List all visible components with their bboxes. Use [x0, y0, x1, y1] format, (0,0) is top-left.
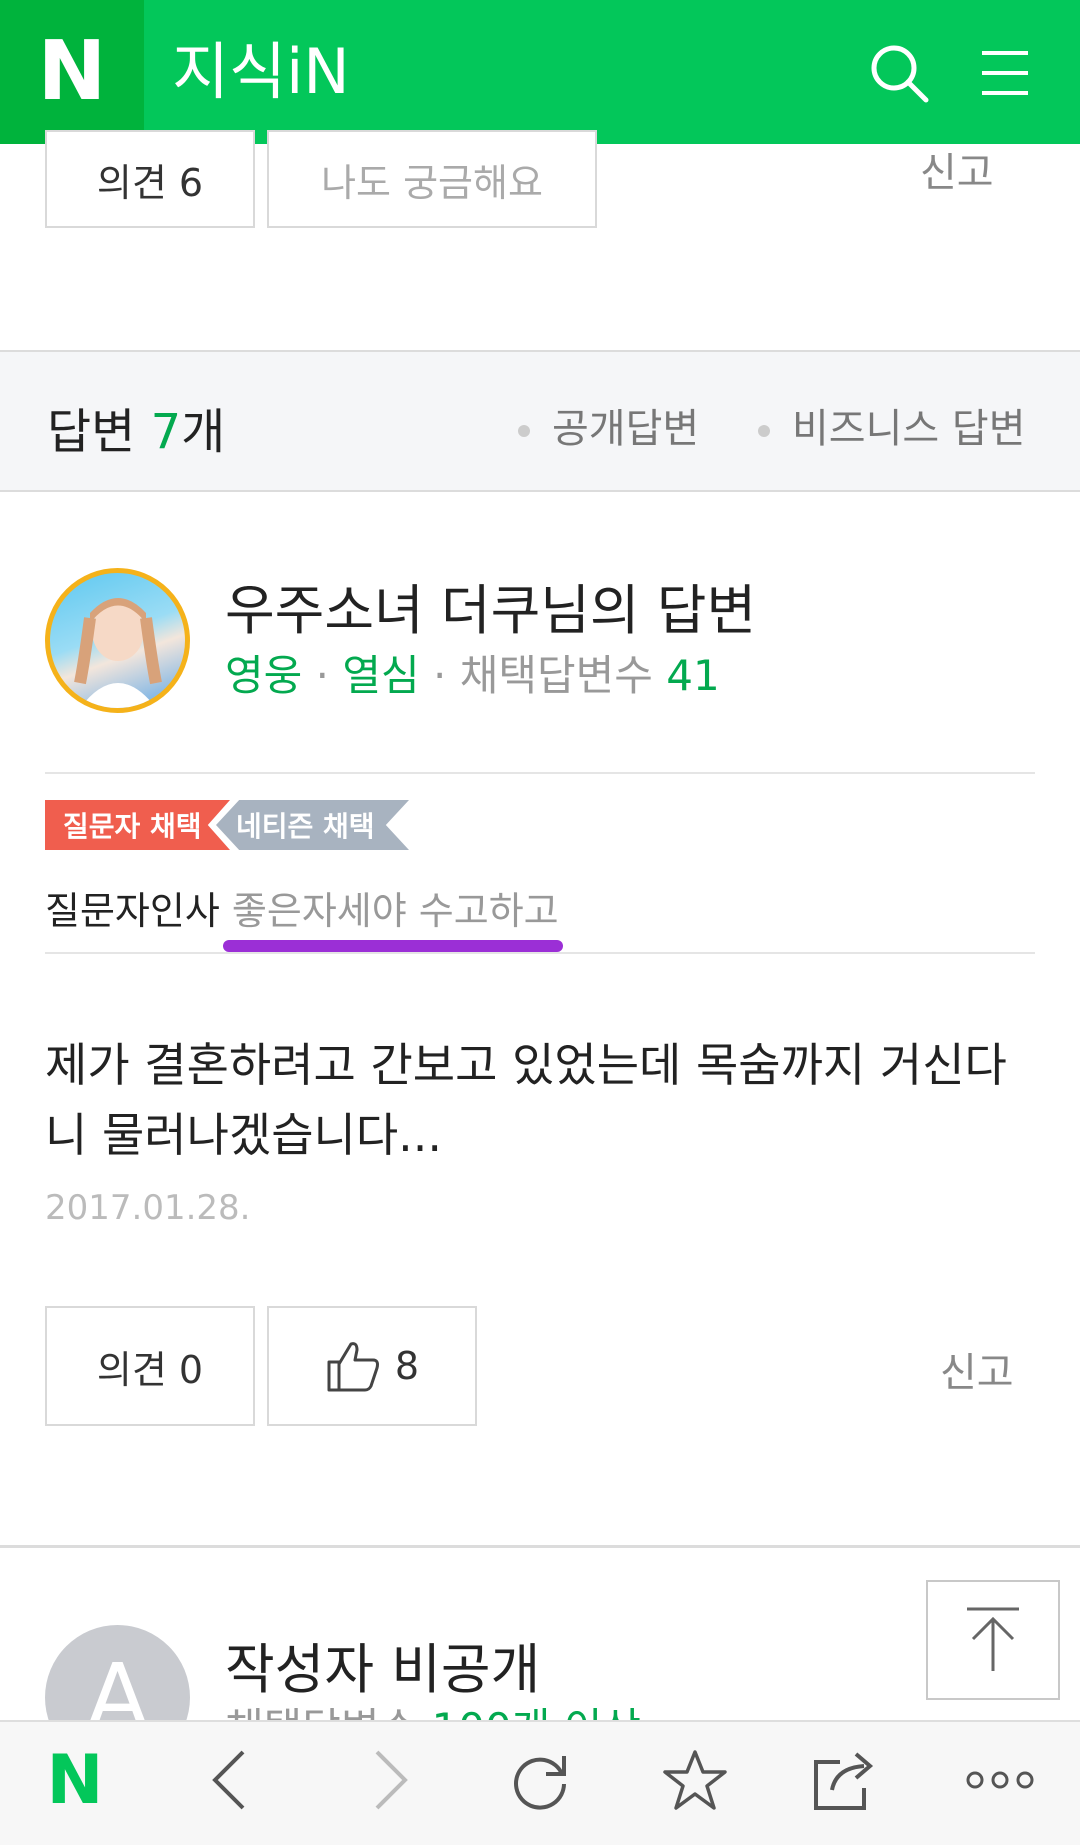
answerer-avatar[interactable]: [45, 568, 190, 713]
answer-author-title[interactable]: 작성자 비공개: [225, 1625, 540, 1704]
asker-greeting-label: 질문자인사: [45, 889, 220, 933]
search-icon[interactable]: [868, 42, 930, 104]
bullet-dot-icon: [758, 425, 770, 437]
thumbs-up-icon: [327, 1342, 379, 1392]
netizen-selected-badge: 네티즌 채택: [216, 800, 409, 850]
like-button[interactable]: 8: [267, 1306, 477, 1426]
answer-date: 2017.01.28.: [45, 1188, 251, 1228]
filter-public-label: 공개답변: [552, 406, 700, 452]
star-icon[interactable]: [650, 1735, 740, 1825]
share-icon[interactable]: [800, 1735, 890, 1825]
filter-business-label: 비즈니스 답변: [792, 406, 1026, 452]
answer-author-meta: 영웅 · 열심 · 채택답변수 41: [225, 642, 720, 703]
question-opinion-button[interactable]: 의견 6: [45, 130, 255, 228]
selected-count-label: 채택답변수: [459, 651, 653, 700]
question-report-link[interactable]: 신고: [920, 140, 994, 198]
answer-count: 답변 7개: [47, 392, 225, 462]
arrow-up-icon: [967, 1607, 1019, 1671]
asker-greeting: 질문자인사 좋은자세야 수고하고: [45, 880, 559, 935]
divider: [45, 952, 1035, 954]
selected-count-value: 41: [666, 651, 720, 700]
filter-business-answers[interactable]: 비즈니스 답변: [758, 396, 1026, 454]
highlight-underline: [223, 940, 563, 952]
naver-home-letter: N: [46, 1740, 104, 1820]
author-status: 열심: [342, 651, 420, 700]
service-title[interactable]: 지식iN: [172, 32, 350, 112]
menu-icon[interactable]: [980, 48, 1030, 98]
asker-greeting-text: 좋은자세야 수고하고: [231, 889, 559, 933]
naver-home-icon[interactable]: N: [30, 1735, 120, 1825]
asker-selected-badge: 질문자 채택: [45, 800, 230, 850]
answer-count-label: 답변: [47, 404, 136, 460]
refresh-icon[interactable]: [495, 1735, 585, 1825]
naver-logo[interactable]: N: [0, 0, 144, 144]
bullet-dot-icon: [518, 425, 530, 437]
section-separator: [0, 1545, 1080, 1548]
more-icon[interactable]: [955, 1735, 1045, 1825]
meta-separator: ·: [315, 651, 329, 700]
like-count: 8: [394, 1344, 420, 1388]
filter-public-answers[interactable]: 공개답변: [518, 396, 699, 454]
answer-opinion-button[interactable]: 의견 0: [45, 1306, 255, 1426]
answer-count-unit: 개: [181, 404, 226, 460]
back-icon[interactable]: [185, 1735, 275, 1825]
meta-separator: ·: [433, 651, 447, 700]
naver-logo-letter: N: [37, 24, 107, 119]
forward-icon[interactable]: [345, 1735, 435, 1825]
scroll-to-top-button[interactable]: [926, 1580, 1060, 1700]
me-too-curious-button[interactable]: 나도 궁금해요: [267, 130, 597, 228]
divider: [45, 772, 1035, 774]
answer-report-link[interactable]: 신고: [940, 1340, 1014, 1398]
author-grade: 영웅: [225, 651, 303, 700]
answer-count-number: 7: [150, 404, 182, 460]
answer-body-text: 제가 결혼하려고 간보고 있었는데 목숨까지 거신다니 물러나겠습니다...: [45, 1038, 1007, 1162]
answer-author-title[interactable]: 우주소녀 더쿠님의 답변: [225, 566, 756, 645]
